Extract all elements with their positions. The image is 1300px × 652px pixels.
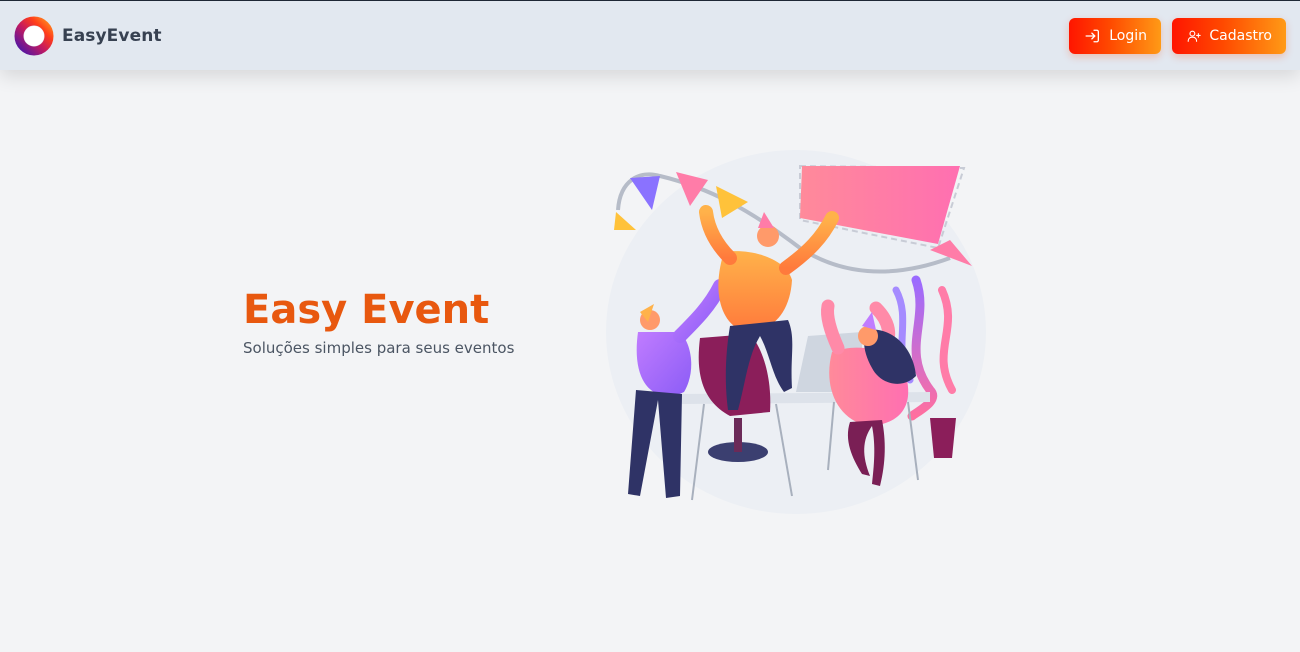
brand[interactable]: EasyEvent — [14, 16, 162, 56]
navbar: EasyEvent Login Cadastro — [0, 1, 1300, 70]
login-arrow-icon — [1085, 29, 1099, 42]
login-label: Login — [1109, 27, 1147, 44]
hero: Easy Event Soluções simples para seus ev… — [243, 284, 514, 358]
signup-label: Cadastro — [1209, 27, 1272, 44]
signup-button[interactable]: Cadastro — [1172, 17, 1286, 54]
hero-title: Easy Event — [243, 287, 490, 333]
party-illustration — [606, 150, 986, 514]
login-button[interactable]: Login — [1069, 17, 1161, 54]
nav-actions: Login Cadastro — [1069, 17, 1286, 54]
hero-subtitle: Soluções simples para seus eventos — [243, 339, 515, 357]
ring-logo-icon — [14, 16, 54, 55]
user-plus-icon — [1187, 30, 1201, 42]
brand-name: EasyEvent — [62, 25, 162, 46]
